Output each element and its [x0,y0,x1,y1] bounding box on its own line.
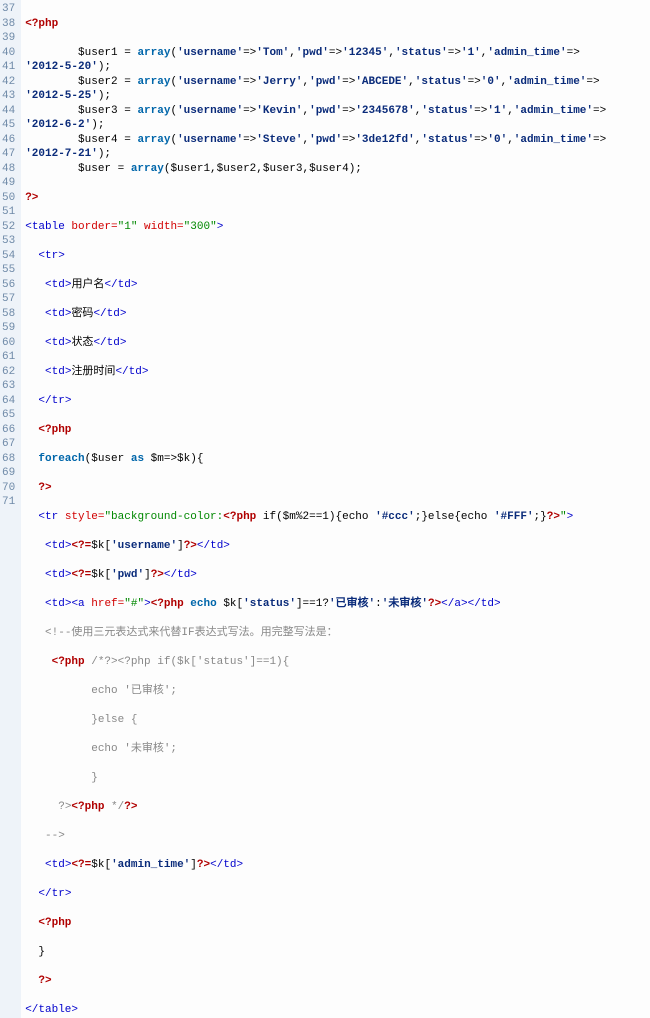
line-number: 38 [2,17,15,32]
code-line: <td>注册时间</td> [25,365,646,380]
code-line: <td><?=$k['username']?></td> [25,539,646,554]
code-line: <?php [25,916,646,931]
code-line: --> [25,829,646,844]
code-line: $user3 = array('username'=>'Kevin','pwd'… [25,104,646,119]
code-line: ?> [25,974,646,989]
code-line: ?><?php */?> [25,800,646,815]
line-number: 45 [2,118,15,133]
code-line: <?php [25,423,646,438]
code-line: <?php [25,17,646,32]
line-number: 52 [2,220,15,235]
line-number: 43 [2,89,15,104]
code-line: $user2 = array('username'=>'Jerry','pwd'… [25,75,646,90]
line-number: 53 [2,234,15,249]
code-line: <td><?=$k['pwd']?></td> [25,568,646,583]
code-line: <td>密码</td> [25,307,646,322]
line-number: 50 [2,191,15,206]
line-number: 37 [2,2,15,17]
line-number: 67 [2,437,15,452]
line-number: 54 [2,249,15,264]
line-number: 47 [2,147,15,162]
code-editor: 37 38 39 40 41 42 43 44 45 46 47 48 49 5… [0,0,650,1018]
line-number-gutter: 37 38 39 40 41 42 43 44 45 46 47 48 49 5… [0,0,21,1018]
line-number: 58 [2,307,15,322]
code-line: foreach($user as $m=>$k){ [25,452,646,467]
code-line: } [25,771,646,786]
line-number: 62 [2,365,15,380]
code-line: <table border="1" width="300"> [25,220,646,235]
line-number: 39 [2,31,15,46]
code-line: <td><?=$k['admin_time']?></td> [25,858,646,873]
code-line: <!--使用三元表达式来代替IF表达式写法。用完整写法是： [25,626,646,641]
line-number: 40 [2,46,15,61]
code-body: <?php $user1 = array('username'=>'Tom','… [21,0,650,1018]
code-line: <?php /*?><?php if($k['status']==1){ [25,655,646,670]
code-line: ?> [25,191,646,206]
line-number: 48 [2,162,15,177]
code-line: <td>状态</td> [25,336,646,351]
code-line: }else { [25,713,646,728]
line-number: 70 [2,481,15,496]
code-line: <td><a href="#"><?php echo $k['status']=… [25,597,646,612]
code-line: $user4 = array('username'=>'Steve','pwd'… [25,133,646,148]
code-line: ?> [25,481,646,496]
line-number: 65 [2,408,15,423]
line-number: 63 [2,379,15,394]
line-number: 56 [2,278,15,293]
line-number: 55 [2,263,15,278]
code-line: $user1 = array('username'=>'Tom','pwd'=>… [25,46,646,61]
line-number: 68 [2,452,15,467]
code-line: echo '已审核'; [25,684,646,699]
code-line: } [25,945,646,960]
line-number: 69 [2,466,15,481]
line-number: 71 [2,495,15,510]
line-number: 46 [2,133,15,148]
line-number: 44 [2,104,15,119]
line-number: 42 [2,75,15,90]
line-number: 57 [2,292,15,307]
code-line: <tr> [25,249,646,264]
code-line: </tr> [25,394,646,409]
line-number: 51 [2,205,15,220]
line-number: 60 [2,336,15,351]
code-line: $user = array($user1,$user2,$user3,$user… [25,162,646,177]
line-number: 64 [2,394,15,409]
line-number: 41 [2,60,15,75]
code-line: </table> [25,1003,646,1018]
code-line: echo '未审核'; [25,742,646,757]
line-number: 61 [2,350,15,365]
line-number: 49 [2,176,15,191]
line-number: 59 [2,321,15,336]
line-number: 66 [2,423,15,438]
code-line: <td>用户名</td> [25,278,646,293]
code-line: </tr> [25,887,646,902]
code-line: <tr style="background-color:<?php if($m%… [25,510,646,525]
